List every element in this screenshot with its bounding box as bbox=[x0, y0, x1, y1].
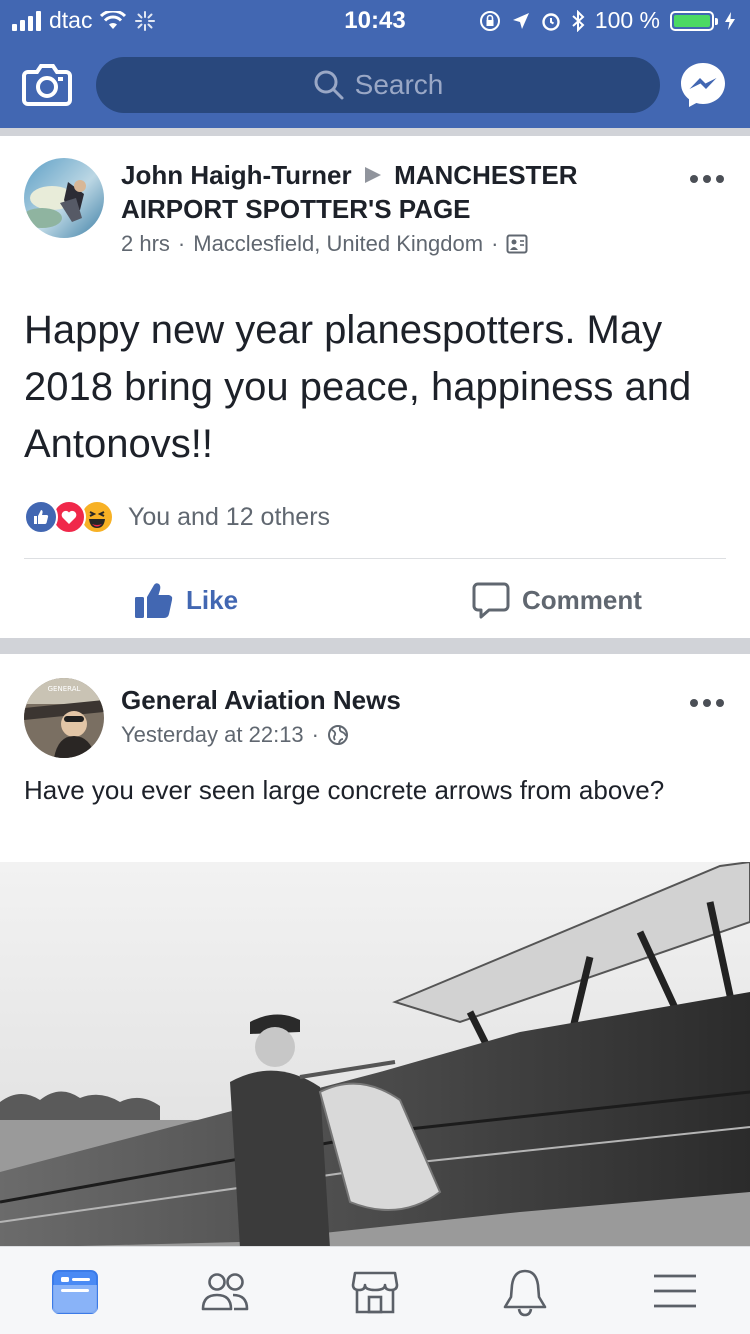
comment-button[interactable]: Comment bbox=[472, 578, 642, 622]
camera-icon[interactable] bbox=[22, 62, 72, 106]
post-meta: 2 hrs · Macclesfield, United Kingdom · bbox=[121, 231, 528, 257]
svg-text:GENERAL: GENERAL bbox=[48, 685, 81, 693]
search-input[interactable]: Search bbox=[96, 57, 660, 113]
meta-separator: · bbox=[311, 722, 319, 747]
post-text: Have you ever seen large concrete arrows… bbox=[24, 775, 665, 805]
meta-separator: · bbox=[177, 231, 186, 256]
reaction-icons[interactable] bbox=[24, 500, 114, 534]
thumbs-up-icon bbox=[135, 583, 173, 618]
post-text: Happy new year planespotters. May 2018 b… bbox=[24, 308, 692, 466]
location-arrow-icon bbox=[512, 12, 529, 29]
more-options-icon[interactable] bbox=[690, 169, 730, 189]
meta-separator: · bbox=[491, 231, 499, 256]
rotation-lock-icon bbox=[479, 10, 500, 31]
group-audience-icon bbox=[506, 234, 528, 254]
status-bar: dtac 10:43 100 % bbox=[0, 0, 750, 40]
marketplace-icon[interactable] bbox=[350, 1267, 400, 1317]
notifications-bell-icon[interactable] bbox=[500, 1267, 550, 1317]
friends-icon[interactable] bbox=[200, 1267, 250, 1317]
page-name-link[interactable]: General Aviation News bbox=[121, 683, 401, 717]
bluetooth-icon bbox=[572, 9, 585, 32]
post-divider bbox=[0, 638, 750, 654]
menu-hamburger-icon[interactable] bbox=[650, 1267, 700, 1317]
battery-percent: 100 % bbox=[594, 7, 660, 33]
post-meta: Yesterday at 22:13 · bbox=[121, 722, 349, 748]
actions-separator bbox=[24, 558, 726, 559]
arrow-right-icon bbox=[364, 167, 381, 183]
comment-label: Comment bbox=[522, 584, 642, 615]
feed-divider bbox=[0, 128, 750, 136]
comment-bubble-icon bbox=[472, 582, 510, 619]
bottom-tab-bar bbox=[0, 1246, 750, 1334]
like-label: Like bbox=[186, 584, 239, 615]
like-reaction-icon bbox=[24, 500, 58, 534]
author-avatar[interactable] bbox=[24, 158, 104, 238]
more-options-icon[interactable] bbox=[690, 693, 730, 713]
search-placeholder: Search bbox=[354, 69, 444, 100]
search-icon bbox=[314, 70, 344, 100]
author-name-link[interactable]: John Haigh-Turner bbox=[121, 160, 352, 190]
like-button[interactable]: Like bbox=[134, 578, 238, 622]
post-photo[interactable] bbox=[0, 862, 750, 1248]
charging-bolt-icon bbox=[725, 11, 735, 30]
status-right: 100 % bbox=[479, 7, 736, 34]
biplane-photo-image bbox=[0, 862, 750, 1248]
reaction-count[interactable]: You and 12 others bbox=[128, 503, 330, 532]
top-navigation-bar: dtac 10:43 100 % Search bbox=[0, 0, 750, 128]
post-header-title: John Haigh-Turner MANCHESTER AIRPORT SPO… bbox=[121, 158, 641, 226]
post-location[interactable]: Macclesfield, United Kingdom bbox=[193, 231, 483, 257]
news-feed-icon[interactable] bbox=[50, 1267, 100, 1317]
globe-icon bbox=[328, 725, 348, 745]
avatar-image bbox=[24, 158, 104, 238]
battery-icon bbox=[670, 10, 718, 31]
alarm-icon bbox=[542, 12, 560, 31]
avatar-image: GENERAL bbox=[24, 678, 104, 758]
post-time[interactable]: 2 hrs bbox=[121, 231, 170, 257]
page-avatar[interactable]: GENERAL bbox=[24, 678, 104, 758]
post-time[interactable]: Yesterday at 22:13 bbox=[121, 722, 304, 748]
messenger-icon[interactable] bbox=[678, 60, 728, 110]
